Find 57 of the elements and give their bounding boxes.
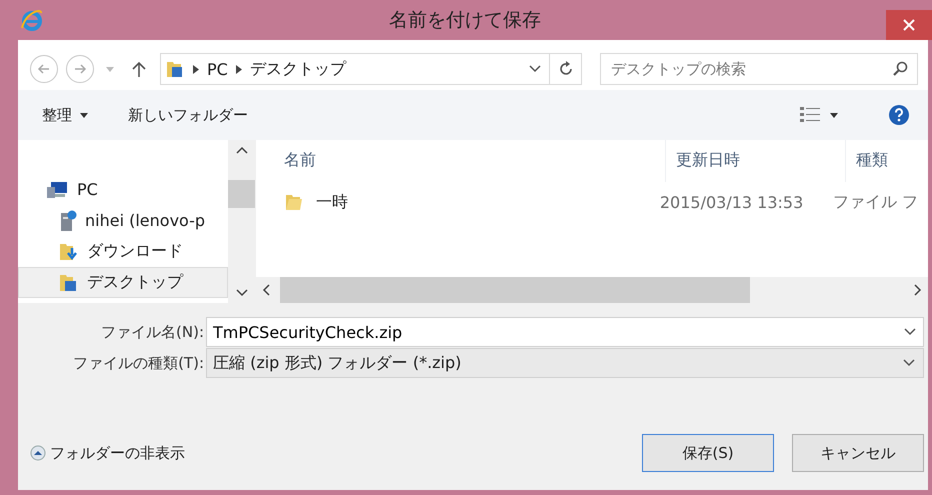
breadcrumb-arrow-icon[interactable] — [236, 64, 242, 74]
tree-item[interactable]: nihei (lenovo-p — [18, 205, 228, 236]
breadcrumb-arrow-icon[interactable] — [193, 64, 199, 74]
scrollbar-thumb[interactable] — [280, 277, 750, 303]
dropdown-caret-icon — [903, 359, 915, 367]
dropdown-caret-icon[interactable] — [529, 65, 541, 73]
view-caret-icon[interactable] — [830, 112, 838, 118]
new-folder-button[interactable]: 新しいフォルダー — [120, 102, 256, 128]
column-header[interactable]: 更新日時 — [666, 140, 846, 182]
breadcrumb-item[interactable]: デスクトップ — [250, 58, 346, 80]
refresh-button[interactable] — [550, 53, 582, 85]
folder-icon — [284, 192, 304, 212]
tree-item[interactable]: ダウンロード — [18, 236, 228, 267]
tree-item[interactable]: PC — [18, 174, 228, 205]
save-button[interactable]: 保存(S) — [642, 434, 774, 472]
view-options-icon[interactable] — [800, 106, 820, 124]
network-drive-icon — [59, 210, 77, 232]
organize-menu[interactable]: 整理 — [34, 102, 96, 128]
browser-logo-icon — [20, 8, 44, 32]
close-button[interactable] — [886, 10, 932, 40]
refresh-icon — [558, 61, 574, 77]
vertical-scrollbar[interactable] — [228, 140, 255, 303]
file-type-label: ファイルの種類(T): — [72, 354, 205, 372]
download-folder-icon — [59, 242, 79, 262]
file-type-dropdown[interactable]: 圧縮 (zip 形式) フォルダー (*.zip) — [206, 348, 924, 378]
file-name-field[interactable]: TmPCSecurityCheck.zip — [206, 317, 924, 347]
scroll-right-icon[interactable] — [914, 284, 922, 296]
caret-icon — [80, 112, 88, 118]
folder-icon — [165, 59, 185, 79]
left-arrow-icon — [37, 62, 51, 76]
table-cell-text: 2015/03/13 13:53 — [658, 192, 804, 212]
scrollbar-thumb[interactable] — [228, 180, 255, 208]
address-bar[interactable]: PC デスクトップ — [160, 53, 550, 85]
tree-item[interactable]: デスクトップ — [18, 267, 228, 298]
horizontal-scrollbar[interactable] — [256, 277, 928, 303]
computer-icon — [47, 180, 69, 198]
collapse-icon — [30, 445, 46, 461]
window-title: 名前を付けて保存 — [388, 8, 542, 33]
search-icon[interactable] — [892, 61, 908, 77]
dropdown-caret-icon[interactable] — [904, 328, 916, 336]
breadcrumb-item[interactable]: PC — [207, 60, 228, 78]
desktop-folder-icon — [59, 272, 79, 292]
scroll-down-icon[interactable] — [236, 289, 248, 297]
help-icon[interactable] — [888, 104, 910, 126]
close-icon — [903, 19, 915, 31]
table-cell-text: ファイル フ — [832, 192, 919, 212]
file-name[interactable]: 一時 — [316, 192, 348, 212]
hide-folders-button[interactable]: フォルダーの非表示 — [30, 444, 185, 462]
scroll-up-icon[interactable] — [236, 146, 248, 154]
search-field[interactable]: デスクトップの検索 — [600, 53, 918, 85]
cancel-button[interactable]: キャンセル — [792, 434, 924, 472]
up-arrow-icon[interactable] — [132, 61, 146, 77]
scroll-left-icon[interactable] — [262, 284, 270, 296]
file-name-label: ファイル名(N): — [100, 322, 205, 342]
column-header[interactable]: 種類 — [846, 140, 928, 182]
column-header[interactable]: 名前 — [256, 140, 666, 182]
right-arrow-icon — [73, 62, 87, 76]
